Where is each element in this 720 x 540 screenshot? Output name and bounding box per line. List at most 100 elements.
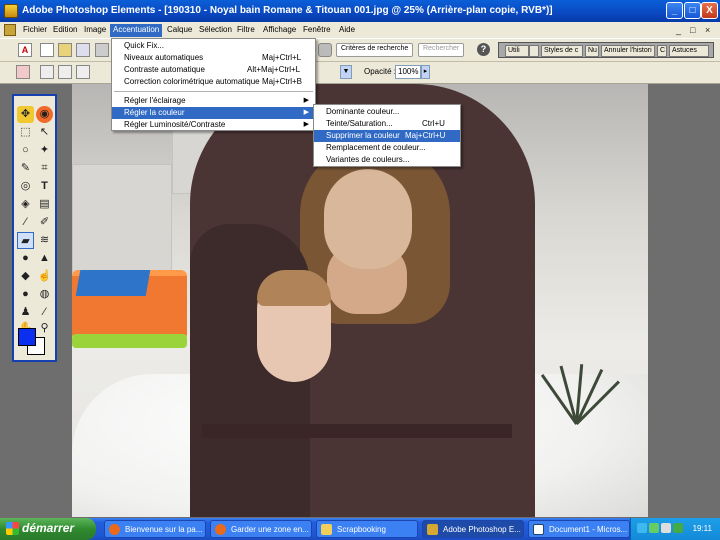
- system-tray: 19:11: [630, 518, 720, 540]
- menu-fichier[interactable]: Fichier: [20, 24, 50, 37]
- menu-image[interactable]: Image: [81, 24, 109, 37]
- menu-fenetre[interactable]: Fenêtre: [300, 24, 334, 37]
- menu-item-replace-color[interactable]: Remplacement de couleur...: [314, 142, 460, 154]
- burn-tool-icon[interactable]: ◍: [36, 286, 53, 303]
- menu-item-quick-fix[interactable]: Quick Fix...: [112, 40, 315, 52]
- palette-tab[interactable]: Annuler l'histori: [601, 45, 655, 57]
- save-icon[interactable]: [95, 43, 109, 57]
- opacity-input[interactable]: 100%: [395, 65, 421, 79]
- menu-item-auto-contrast[interactable]: Contraste automatique Alt+Maj+Ctrl+L: [112, 64, 315, 76]
- crop-tool-icon[interactable]: ⌗: [36, 160, 53, 177]
- clone-stamp-icon[interactable]: ♟: [17, 304, 34, 321]
- move-tool-icon[interactable]: ✥: [17, 106, 34, 123]
- security-icon[interactable]: [649, 523, 659, 533]
- menu-item-color-variations[interactable]: Variantes de couleurs...: [314, 154, 460, 166]
- menu-item-adjust-lighting[interactable]: Régler l'éclairage ▶: [112, 95, 315, 107]
- firefox-icon: [215, 524, 226, 535]
- blur-tool-icon[interactable]: ●: [17, 250, 34, 267]
- palette-tab[interactable]: Styles de c: [541, 45, 583, 57]
- taskbar-item-word[interactable]: Document1 - Micros...: [528, 520, 630, 538]
- palette-tab[interactable]: [529, 45, 539, 57]
- task-label: Adobe Photoshop E...: [443, 525, 521, 534]
- move-arrow-icon[interactable]: ↖: [36, 124, 53, 141]
- menu-item-remove-color[interactable]: Supprimer la couleur Maj+Ctrl+U: [314, 130, 460, 142]
- gradient-tool-icon[interactable]: ▤: [36, 196, 53, 213]
- menu-edition[interactable]: Edition: [50, 24, 80, 37]
- magic-eraser-icon[interactable]: [76, 65, 90, 79]
- paint-bucket-icon[interactable]: ◈: [17, 196, 34, 213]
- pencil-tool-icon[interactable]: ✐: [36, 214, 53, 231]
- marquee-tool-icon[interactable]: ⬚: [17, 124, 34, 141]
- volume-icon[interactable]: [661, 523, 671, 533]
- doc-minimize-button[interactable]: _: [676, 25, 681, 35]
- menu-item-hue-saturation[interactable]: Teinte/Saturation... Ctrl+U: [314, 118, 460, 130]
- menu-accentuation[interactable]: Accentuation: [110, 24, 163, 37]
- smudge-tool-icon[interactable]: ☝: [36, 268, 53, 285]
- impressionist-brush-icon[interactable]: ≋: [36, 232, 53, 249]
- opacity-slider-arrow[interactable]: ▸: [421, 65, 430, 79]
- doc-restore-button[interactable]: □: [690, 25, 695, 35]
- minimize-button[interactable]: _: [666, 2, 683, 19]
- photoshop-elements-icon[interactable]: [4, 4, 18, 18]
- menu-aide[interactable]: Aide: [336, 24, 358, 37]
- browse-icon[interactable]: [76, 43, 90, 57]
- zoom-icon[interactable]: ⚲: [36, 320, 53, 337]
- type-tool-icon[interactable]: T: [36, 178, 53, 195]
- lasso-tool-icon[interactable]: ○: [17, 142, 34, 159]
- brush-tool-icon[interactable]: ⁄: [17, 214, 34, 231]
- menu-selection[interactable]: Sélection: [196, 24, 235, 37]
- document-icon[interactable]: [4, 24, 16, 36]
- menu-item-color-cast[interactable]: Dominante couleur...: [314, 106, 460, 118]
- palette-tab[interactable]: Nu: [585, 45, 599, 57]
- sharpen-tool-icon[interactable]: ▲: [36, 250, 53, 267]
- windows-logo-icon: [6, 522, 19, 535]
- menu-item-brightness-contrast[interactable]: Régler Luminosité/Contraste ▶: [112, 119, 315, 131]
- taskbar-item-photoshop[interactable]: Adobe Photoshop E...: [422, 520, 524, 538]
- palette-tab[interactable]: Astuces: [669, 45, 709, 57]
- taskbar-item-firefox-1[interactable]: Bienvenue sur la pa...: [104, 520, 206, 538]
- menu-calque[interactable]: Calque: [164, 24, 195, 37]
- zoom-tool-icon[interactable]: ◉: [36, 106, 53, 123]
- menu-filtre[interactable]: Filtre: [234, 24, 258, 37]
- towel-stripe: [202, 424, 512, 438]
- lock-icon[interactable]: [318, 43, 332, 57]
- menu-item-label: Correction colorimétrique automatique: [124, 77, 260, 86]
- selection-brush-icon[interactable]: ✎: [17, 160, 34, 177]
- menu-item-adjust-color[interactable]: Régler la couleur ▶: [112, 107, 315, 119]
- search-criteria-button[interactable]: Critères de recherche: [336, 43, 414, 57]
- sponge-tool-icon[interactable]: ◆: [17, 268, 34, 285]
- submenu-arrow-icon: ▶: [303, 121, 309, 128]
- update-icon[interactable]: [673, 523, 683, 533]
- menu-item-label: Niveaux automatiques: [124, 53, 204, 62]
- menu-item-auto-color[interactable]: Correction colorimétrique automatique Ma…: [112, 76, 315, 88]
- dodge-tool-icon[interactable]: ●: [17, 286, 34, 303]
- eraser-tool-icon[interactable]: ▰: [17, 232, 34, 249]
- start-button[interactable]: démarrer: [0, 518, 96, 540]
- eraser-icon[interactable]: [16, 65, 30, 79]
- maximize-button[interactable]: □: [684, 2, 701, 19]
- word-icon: [533, 524, 544, 535]
- menu-affichage[interactable]: Affichage: [260, 24, 299, 37]
- network-icon[interactable]: [637, 523, 647, 533]
- search-button[interactable]: Rechercher: [418, 43, 465, 57]
- palette-tab[interactable]: C: [657, 45, 667, 57]
- close-button[interactable]: X: [701, 2, 718, 19]
- magic-wand-icon[interactable]: ✦: [36, 142, 53, 159]
- menu-item-auto-levels[interactable]: Niveaux automatiques Maj+Ctrl+L: [112, 52, 315, 64]
- help-icon[interactable]: ?: [477, 43, 490, 56]
- taskbar-item-firefox-2[interactable]: Garder une zone en...: [210, 520, 312, 538]
- palette-tab[interactable]: Utili: [505, 45, 529, 57]
- new-file-icon[interactable]: [40, 43, 54, 57]
- clock[interactable]: 19:11: [693, 524, 712, 533]
- red-eye-icon[interactable]: ◎: [17, 178, 34, 195]
- eraser-mode-icon[interactable]: [40, 65, 54, 79]
- doc-close-button[interactable]: ×: [705, 25, 710, 35]
- background-eraser-icon[interactable]: [58, 65, 72, 79]
- mode-dropdown-arrow[interactable]: ▼: [340, 65, 352, 79]
- open-folder-icon[interactable]: [58, 43, 72, 57]
- submenu-arrow-icon: ▶: [303, 109, 309, 116]
- taskbar-item-scrapbooking[interactable]: Scrapbooking: [316, 520, 418, 538]
- foreground-color-swatch[interactable]: [18, 328, 36, 346]
- eyedropper-icon[interactable]: ⁄: [36, 304, 53, 321]
- acrobat-icon[interactable]: A: [18, 43, 32, 57]
